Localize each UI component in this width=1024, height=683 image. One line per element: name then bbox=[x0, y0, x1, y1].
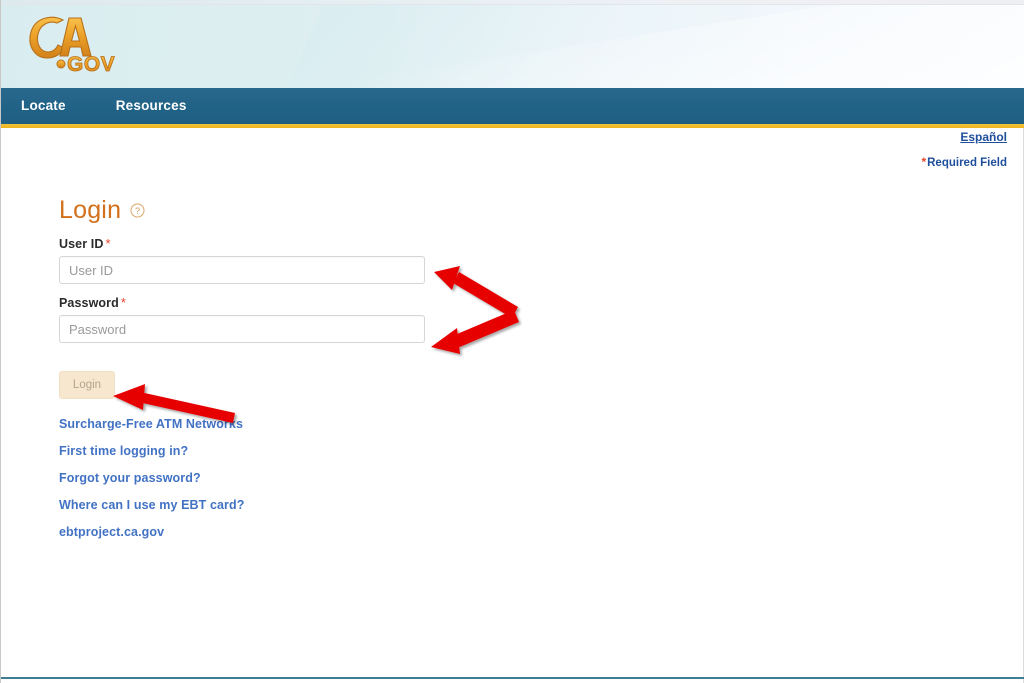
question-mark-circle-icon[interactable]: ? bbox=[130, 203, 145, 218]
page-title: Login bbox=[59, 196, 122, 224]
login-title-row: Login ? bbox=[59, 195, 559, 225]
main-navigation-bar: Locate Resources bbox=[1, 88, 1024, 124]
link-first-time-logging-in[interactable]: First time logging in? bbox=[59, 444, 559, 458]
login-form: Login ? User ID* Password* Login Surchar… bbox=[59, 195, 559, 552]
nav-item-resources[interactable]: Resources bbox=[116, 88, 187, 124]
link-ebtproject-ca-gov[interactable]: ebtproject.ca.gov bbox=[59, 525, 559, 539]
link-forgot-your-password[interactable]: Forgot your password? bbox=[59, 471, 559, 485]
required-field-label: Required Field bbox=[927, 157, 1007, 169]
helper-links-list: Surcharge-Free ATM Networks First time l… bbox=[59, 417, 559, 539]
ca-gov-logo[interactable]: GOV bbox=[23, 12, 119, 78]
link-where-can-i-use-my-ebt-card[interactable]: Where can I use my EBT card? bbox=[59, 498, 559, 512]
login-submit-button[interactable]: Login bbox=[59, 371, 115, 399]
userid-required-asterisk-icon: * bbox=[105, 236, 111, 251]
password-label-text: Password bbox=[59, 296, 119, 310]
banner-top-line bbox=[1, 0, 1024, 5]
nav-accent-rule bbox=[1, 124, 1024, 128]
required-asterisk-icon: * bbox=[921, 155, 927, 169]
site-banner: GOV bbox=[1, 0, 1024, 88]
nav-item-locate[interactable]: Locate bbox=[21, 88, 66, 124]
espanol-language-link[interactable]: Español bbox=[960, 130, 1007, 144]
navigation-items: Locate Resources bbox=[1, 88, 1024, 124]
password-required-asterisk-icon: * bbox=[120, 295, 127, 310]
password-label: Password * bbox=[59, 295, 559, 310]
svg-text:GOV: GOV bbox=[67, 53, 115, 76]
footer-rule bbox=[1, 677, 1024, 679]
link-surcharge-free-atm-networks[interactable]: Surcharge-Free ATM Networks bbox=[59, 417, 559, 431]
svg-text:?: ? bbox=[135, 206, 140, 216]
required-field-note: *Required Field bbox=[921, 155, 1007, 169]
userid-label: User ID * bbox=[59, 236, 559, 251]
userid-label-text: User ID bbox=[59, 237, 104, 251]
user-id-input[interactable] bbox=[59, 256, 425, 284]
page-root: GOV Locate Resources Español *Required F… bbox=[0, 0, 1024, 683]
password-input[interactable] bbox=[59, 315, 425, 343]
